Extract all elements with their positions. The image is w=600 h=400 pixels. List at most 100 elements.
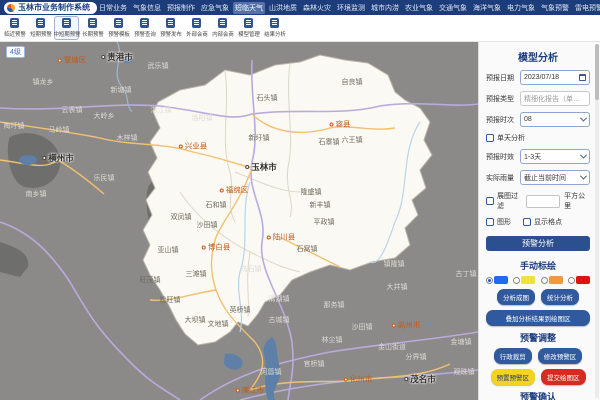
app-logo-pill: 玉林市业务制作系统 bbox=[4, 2, 97, 14]
rainfall-select[interactable]: 截止当前时间 bbox=[520, 170, 590, 185]
warning-adjust-buttons: 行政裁剪修改预警区预置预警区提交绘图区 bbox=[486, 348, 590, 385]
map-canvas[interactable] bbox=[0, 42, 478, 400]
warning-analyze-button[interactable]: 预警分析 bbox=[486, 236, 590, 251]
document-icon bbox=[192, 18, 201, 28]
manual-plot-button[interactable]: 统计分析 bbox=[541, 289, 579, 305]
toolbar-item[interactable]: 预警模板 bbox=[106, 16, 131, 40]
document-icon bbox=[166, 18, 175, 28]
color-swatch-2[interactable] bbox=[541, 276, 563, 284]
forecast-type-input[interactable]: 精细化报告（单天） bbox=[520, 91, 590, 106]
lead-time-value: 1-3天 bbox=[524, 152, 541, 162]
header-menu-item[interactable]: 气象预警 bbox=[539, 2, 571, 14]
graphic-checkbox[interactable] bbox=[486, 218, 494, 226]
map-area[interactable]: 4级 bbox=[0, 42, 478, 400]
grid-checkbox-row[interactable]: 显示格点 bbox=[523, 217, 562, 227]
toolbar-item[interactable]: 内部会商 bbox=[210, 16, 235, 40]
toolbar-item[interactable]: 临近预警 bbox=[2, 16, 27, 40]
color-swatch-1[interactable] bbox=[513, 276, 535, 284]
lead-time-label: 预报时效 bbox=[486, 152, 516, 162]
header-menu-item[interactable]: 日常业务 bbox=[97, 2, 129, 14]
color-radio[interactable] bbox=[513, 277, 520, 284]
toolbar-item-label: 长期预警 bbox=[82, 29, 104, 37]
filter-area-input[interactable] bbox=[526, 195, 560, 208]
toolbar-item[interactable]: 外部会商 bbox=[184, 16, 209, 40]
forecast-type-value: 精细化报告（单天） bbox=[524, 94, 586, 104]
color-swatch-0[interactable] bbox=[486, 276, 508, 284]
forecast-type-row: 预报类型 精细化报告（单天） bbox=[486, 91, 590, 106]
header-menu-item[interactable]: 交通气象 bbox=[437, 2, 469, 14]
panel-scrollbar-thumb[interactable] bbox=[595, 44, 599, 100]
toolbar-item-label: 短期预警 bbox=[30, 29, 52, 37]
header-menu-item[interactable]: 预报制作 bbox=[165, 2, 197, 14]
map-zoom-level-badge[interactable]: 4级 bbox=[6, 46, 25, 58]
toolbar-item-label: 内部会商 bbox=[212, 29, 234, 37]
warning-adjust-title: 预警调整 bbox=[486, 331, 590, 344]
single-day-checkbox[interactable] bbox=[486, 134, 494, 142]
forecast-time-row: 预报时次 08 bbox=[486, 112, 590, 127]
filter-checkbox-row[interactable]: 展图过滤 bbox=[486, 191, 522, 211]
color-radio[interactable] bbox=[486, 277, 493, 284]
toolbar-item-label: 结果分析 bbox=[264, 29, 286, 37]
header-menu-item[interactable]: 短临天气 bbox=[233, 2, 265, 14]
toolbar-item-label: 模型管理 bbox=[238, 29, 260, 37]
document-icon bbox=[270, 18, 279, 28]
color-chip bbox=[576, 276, 590, 284]
toolbar-item[interactable]: 中短期预警 bbox=[54, 16, 79, 40]
top-header: 玉林市业务制作系统 日常业务气象信息预报制作应急气象短临天气山洪地质森林火灾环境… bbox=[0, 0, 600, 15]
warning-adjust-button[interactable]: 提交绘图区 bbox=[541, 369, 586, 385]
color-chip bbox=[521, 276, 535, 284]
header-menu: 日常业务气象信息预报制作应急气象短临天气山洪地质森林火灾环境监测城市内涝农业气象… bbox=[97, 2, 600, 14]
toolbar-item[interactable]: 预警发布 bbox=[158, 16, 183, 40]
header-menu-item[interactable]: 海洋气象 bbox=[471, 2, 503, 14]
warning-adjust-button[interactable]: 修改预警区 bbox=[538, 348, 583, 364]
lead-time-select[interactable]: 1-3天 bbox=[520, 149, 590, 164]
document-icon bbox=[140, 18, 149, 28]
header-menu-item[interactable]: 山洪地质 bbox=[267, 2, 299, 14]
chevron-down-icon bbox=[580, 115, 587, 122]
header-menu-item[interactable]: 雷电预警 bbox=[573, 2, 600, 14]
toolbar-item[interactable]: 结果分析 bbox=[262, 16, 287, 40]
calendar-icon[interactable] bbox=[579, 74, 586, 81]
app-logo-icon bbox=[7, 4, 15, 12]
filter-row: 展图过滤 平方公里 bbox=[486, 191, 590, 211]
forecast-date-row: 预报日期 2023/07/18 bbox=[486, 70, 590, 85]
filter-checkbox[interactable] bbox=[486, 197, 494, 205]
forecast-time-select[interactable]: 08 bbox=[520, 112, 590, 127]
toolbar-item[interactable]: 长期预警 bbox=[80, 16, 105, 40]
rainfall-value: 截止当前时间 bbox=[524, 173, 566, 183]
document-icon bbox=[62, 18, 71, 28]
warning-adjust-button[interactable]: 行政裁剪 bbox=[494, 348, 532, 364]
toolbar-item-label: 中短期预警 bbox=[53, 29, 80, 37]
lead-time-row: 预报时效 1-3天 bbox=[486, 149, 590, 164]
color-radio[interactable] bbox=[541, 277, 548, 284]
warning-adjust-button[interactable]: 预置预警区 bbox=[491, 369, 536, 385]
manual-plot-buttons: 分析成图统计分析 bbox=[486, 289, 590, 305]
document-icon bbox=[88, 18, 97, 28]
header-menu-item[interactable]: 环境监测 bbox=[335, 2, 367, 14]
forecast-time-label: 预报时次 bbox=[486, 115, 516, 125]
color-swatch-3[interactable] bbox=[568, 276, 590, 284]
grid-label: 显示格点 bbox=[534, 217, 562, 227]
forecast-date-input[interactable]: 2023/07/18 bbox=[520, 70, 590, 85]
toolbar-item[interactable]: 短期预警 bbox=[28, 16, 53, 40]
toolbar-item-label: 预警发布 bbox=[160, 29, 182, 37]
toolbar-item-label: 外部会商 bbox=[186, 29, 208, 37]
header-menu-item[interactable]: 电力气象 bbox=[505, 2, 537, 14]
document-icon bbox=[36, 18, 45, 28]
header-menu-item[interactable]: 森林火灾 bbox=[301, 2, 333, 14]
header-menu-item[interactable]: 城市内涝 bbox=[369, 2, 401, 14]
header-menu-item[interactable]: 气象信息 bbox=[131, 2, 163, 14]
toolbar-item[interactable]: 预警查询 bbox=[132, 16, 157, 40]
manual-plot-button[interactable]: 分析成图 bbox=[497, 289, 535, 305]
header-menu-item[interactable]: 农业气象 bbox=[403, 2, 435, 14]
color-radio[interactable] bbox=[568, 277, 575, 284]
single-day-checkbox-row[interactable]: 单天分析 bbox=[486, 133, 525, 143]
module-toolbar: 临近预警短期预警中短期预警长期预警预警模板预警查询预警发布外部会商内部会商模型管… bbox=[0, 15, 600, 42]
header-menu-item[interactable]: 应急气象 bbox=[199, 2, 231, 14]
chevron-down-icon bbox=[580, 152, 587, 159]
color-chip bbox=[494, 276, 508, 284]
overlay-result-button[interactable]: 叠加分析结果到绘图区 bbox=[486, 310, 590, 326]
graphic-checkbox-row[interactable]: 图形 bbox=[486, 217, 511, 227]
grid-checkbox[interactable] bbox=[523, 218, 531, 226]
toolbar-item[interactable]: 模型管理 bbox=[236, 16, 261, 40]
